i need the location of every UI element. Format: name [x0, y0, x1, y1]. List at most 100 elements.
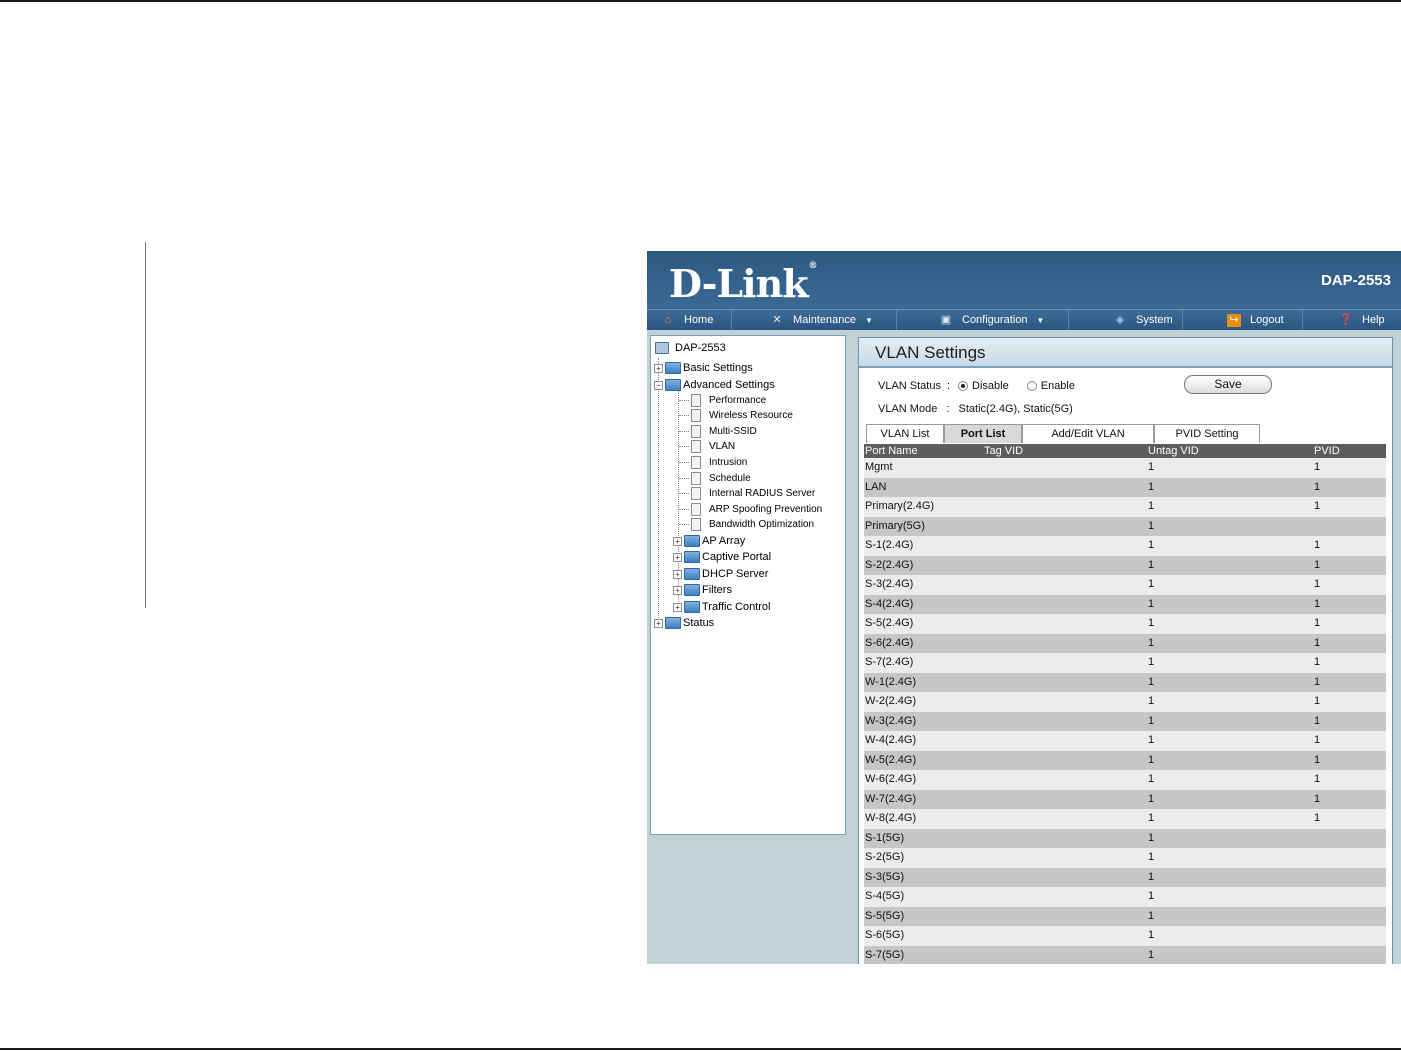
tree-folder-captive-portal[interactable]: + Captive Portal [673, 549, 771, 565]
table-row: W-5(2.4G) 1 1 [864, 750, 1386, 770]
tree-item-vlan[interactable]: VLAN [679, 438, 735, 454]
cell-pvid: 1 [1314, 617, 1321, 629]
folder-icon [665, 362, 681, 374]
cell-untag-vid: 1 [1148, 792, 1155, 805]
tree-item-multi-ssid[interactable]: Multi-SSID [679, 423, 757, 439]
cell-untag-vid: 1 [1148, 617, 1155, 629]
expand-icon[interactable]: + [673, 552, 682, 562]
vlan-status-enable-radio[interactable] [1026, 381, 1037, 391]
tab-pvid-setting[interactable]: PVID Setting [1154, 424, 1260, 443]
cell-untag-vid: 1 [1148, 519, 1155, 532]
expand-icon[interactable]: + [673, 602, 682, 612]
header-tag-vid: Tag VID [984, 445, 1024, 457]
cell-pvid: 1 [1314, 461, 1321, 473]
vlan-status-disable-radio[interactable] [958, 381, 969, 391]
table-row: W-6(2.4G) 1 1 [864, 770, 1386, 790]
tab-port-list[interactable]: Port List [944, 424, 1022, 443]
folder-icon [684, 535, 700, 547]
nav-help[interactable]: ❓ Help [1303, 310, 1401, 330]
top-navigation: ⌂ Home ✕ Maintenance ▼ ▣ Configuration ▼… [647, 309, 1401, 330]
tree-item-schedule[interactable]: Schedule [679, 470, 751, 486]
page-icon [691, 455, 701, 469]
cell-untag-vid: 1 [1148, 714, 1155, 727]
table-row: W-7(2.4G) 1 1 [864, 789, 1386, 809]
collapse-icon[interactable]: − [654, 380, 663, 390]
tab-add-edit-vlan[interactable]: Add/Edit VLAN [1022, 424, 1154, 443]
bottom-rule [0, 1048, 1401, 1050]
table-row: W-1(2.4G) 1 1 [864, 672, 1386, 692]
device-web-ui-screenshot: D-Link® DAP-2553 ⌂ Home ✕ Maintenance ▼ … [647, 251, 1401, 964]
cell-port-name: W-6(2.4G) [865, 773, 917, 785]
nav-logout[interactable]: ↪ Logout [1183, 310, 1303, 330]
nav-maintenance[interactable]: ✕ Maintenance ▼ [732, 310, 897, 330]
cell-pvid: 1 [1314, 734, 1321, 746]
table-row: W-8(2.4G) 1 1 [864, 809, 1386, 829]
cell-untag-vid: 1 [1148, 675, 1155, 688]
tree-item-internal-radius-server[interactable]: Internal RADIUS Server [679, 485, 815, 501]
save-disk-icon: ▣ [940, 313, 952, 326]
tree-item-wireless-resource[interactable]: Wireless Resource [679, 407, 793, 423]
tree-folder-dhcp-server[interactable]: + DHCP Server [673, 566, 768, 582]
page-icon [691, 502, 701, 516]
tree-folder-traffic-control[interactable]: + Traffic Control [673, 599, 770, 615]
cell-port-name: W-1(2.4G) [865, 675, 917, 688]
tree-item-bandwidth-optimization[interactable]: Bandwidth Optimization [679, 516, 814, 532]
cell-untag-vid: 1 [1148, 870, 1155, 883]
page-title: VLAN Settings [875, 343, 986, 362]
tree-item-intrusion[interactable]: Intrusion [679, 454, 747, 470]
tree-item-arp-spoofing-prevention[interactable]: ARP Spoofing Prevention [679, 501, 822, 517]
cell-untag-vid: 1 [1148, 480, 1155, 493]
save-button[interactable]: Save [1184, 375, 1272, 394]
cell-pvid: 1 [1314, 714, 1321, 727]
table-row: S-5(5G) 1 [864, 906, 1386, 926]
chevron-down-icon: ▼ [1036, 315, 1045, 325]
cell-untag-vid: 1 [1148, 558, 1155, 571]
expand-icon[interactable]: + [654, 363, 663, 373]
cell-pvid: 1 [1314, 597, 1321, 610]
nav-configuration[interactable]: ▣ Configuration ▼ [897, 310, 1069, 330]
tree-root[interactable]: DAP-2553 [655, 340, 726, 356]
top-rule [0, 0, 1401, 2]
tree-folder-filters[interactable]: + Filters [673, 582, 732, 598]
panel-header: VLAN Settings [859, 338, 1392, 368]
expand-icon[interactable]: + [654, 618, 663, 628]
nav-home[interactable]: ⌂ Home [647, 310, 732, 330]
table-row: S-4(5G) 1 [864, 887, 1386, 907]
table-row: S-4(2.4G) 1 1 [864, 594, 1386, 614]
cell-port-name: S-4(5G) [865, 890, 905, 902]
cell-untag-vid: 1 [1148, 773, 1155, 785]
expand-icon[interactable]: + [673, 536, 682, 546]
expand-icon[interactable]: + [673, 569, 682, 579]
table-row: Primary(5G) 1 [864, 516, 1386, 536]
cell-port-name: S-3(2.4G) [865, 578, 914, 590]
tree-item-performance[interactable]: Performance [679, 392, 766, 408]
cell-port-name: S-6(5G) [865, 929, 905, 941]
page-icon [691, 471, 701, 485]
folder-icon [684, 584, 700, 596]
tab-vlan-list[interactable]: VLAN List [866, 424, 944, 443]
cell-pvid: 1 [1314, 792, 1321, 805]
page-icon [691, 408, 701, 422]
cell-port-name: S-1(5G) [865, 831, 905, 844]
cell-port-name: W-2(2.4G) [865, 695, 917, 707]
cell-port-name: Mgmt [865, 461, 893, 473]
tree-folder-ap-array[interactable]: + AP Array [673, 533, 745, 549]
tree-basic-settings[interactable]: + Basic Settings [654, 360, 753, 376]
settings-tree: DAP-2553 + Basic Settings − Advanced Set… [650, 335, 846, 835]
cell-port-name: S-4(2.4G) [865, 597, 914, 610]
cell-port-name: S-6(2.4G) [865, 636, 914, 649]
cell-port-name: W-8(2.4G) [865, 812, 917, 824]
vlan-status-row: VLAN Status : Disable Enable [878, 380, 1075, 392]
vlan-settings-panel: VLAN Settings VLAN Status : Disable Enab… [858, 337, 1393, 964]
table-row: S-3(5G) 1 [864, 867, 1386, 887]
tree-advanced-settings[interactable]: − Advanced Settings [654, 377, 775, 393]
page-icon [691, 517, 701, 531]
margin-divider [145, 242, 146, 608]
nav-system[interactable]: ◈ System [1069, 310, 1183, 330]
expand-icon[interactable]: + [673, 585, 682, 595]
folder-open-icon [665, 379, 681, 391]
table-header: Port Name Tag VID Untag VID PVID [864, 444, 1386, 458]
cell-untag-vid: 1 [1148, 500, 1155, 512]
logout-icon: ↪ [1227, 313, 1241, 327]
tree-status[interactable]: + Status [654, 615, 714, 631]
